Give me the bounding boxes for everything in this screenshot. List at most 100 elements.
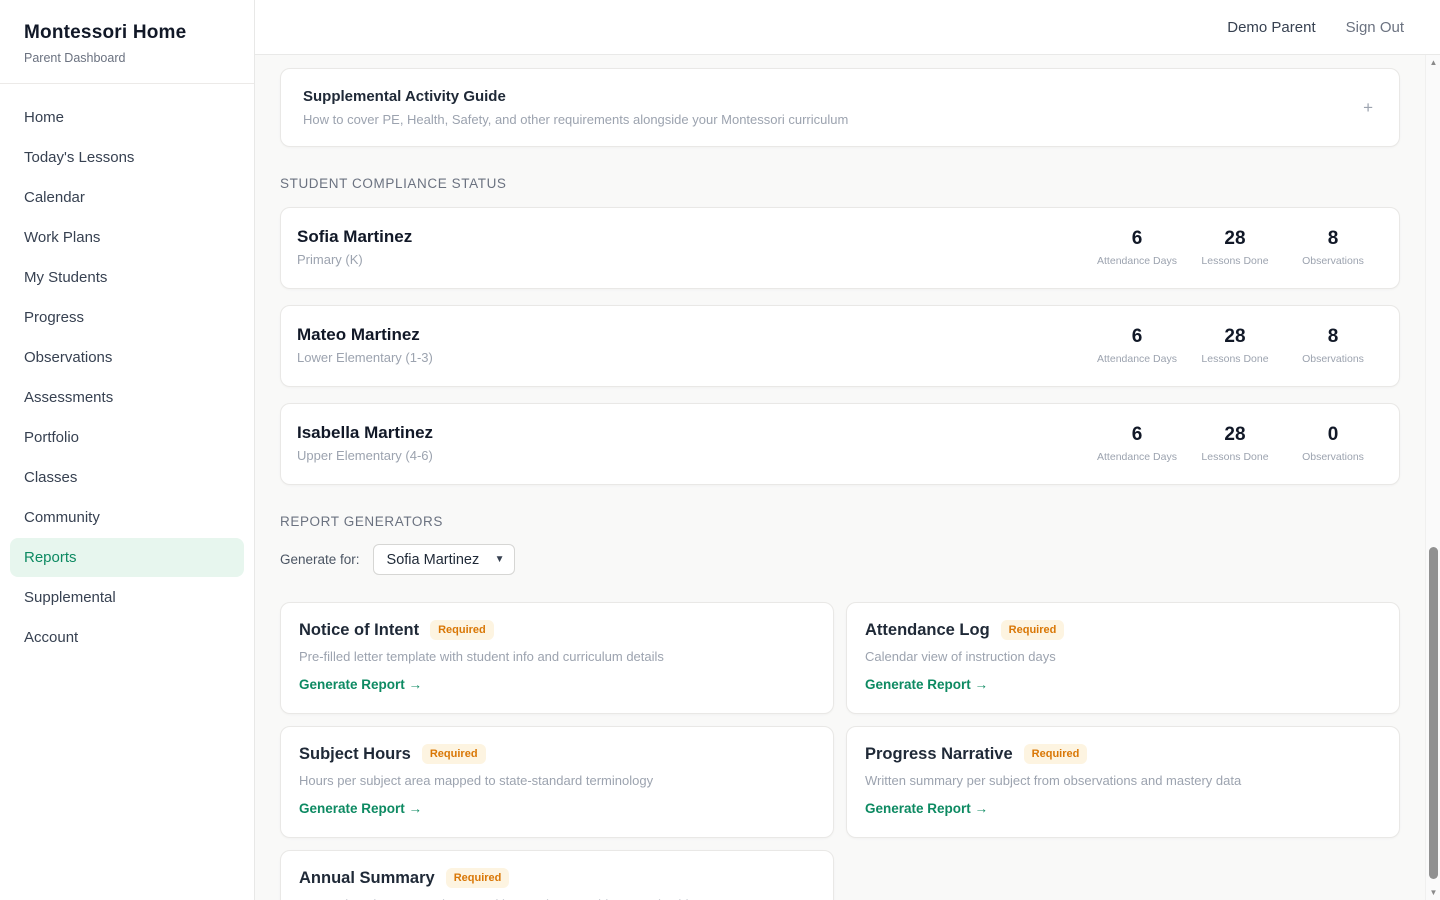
stat-attendance: 6 Attendance Days (1095, 424, 1179, 463)
guide-description: How to cover PE, Health, Safety, and oth… (303, 112, 848, 127)
student-info: Isabella Martinez Upper Elementary (4-6) (297, 423, 433, 463)
scroll-down-icon[interactable]: ▼ (1426, 888, 1440, 897)
report-card-attendance-log: Attendance Log Required Calendar view of… (846, 602, 1400, 714)
student-stats: 6 Attendance Days 28 Lessons Done 0 Obse… (1081, 424, 1375, 463)
generate-report-link[interactable]: Generate Report → (865, 801, 988, 816)
required-badge: Required (422, 744, 486, 764)
report-card-subject-hours: Subject Hours Required Hours per subject… (280, 726, 834, 838)
report-head: Progress Narrative Required (865, 744, 1379, 764)
sidebar-item-work-plans[interactable]: Work Plans (10, 218, 244, 257)
stat-observations: 0 Observations (1291, 424, 1375, 463)
sidebar: Montessori Home Parent Dashboard Home To… (0, 0, 255, 900)
grid-empty-cell (846, 850, 1400, 900)
report-head: Annual Summary Required (299, 868, 813, 888)
stat-lessons-value: 28 (1193, 326, 1277, 348)
required-badge: Required (430, 620, 494, 640)
reports-section-title: REPORT GENERATORS (280, 514, 1400, 529)
stat-attendance: 6 Attendance Days (1095, 228, 1179, 267)
sidebar-item-calendar[interactable]: Calendar (10, 178, 244, 217)
scrollbar-thumb[interactable] (1429, 547, 1438, 879)
report-grid: Notice of Intent Required Pre-filled let… (280, 602, 1400, 900)
student-stats: 6 Attendance Days 28 Lessons Done 8 Obse… (1081, 326, 1375, 365)
stat-attendance-value: 6 (1095, 424, 1179, 446)
student-level: Upper Elementary (4-6) (297, 448, 433, 463)
required-badge: Required (446, 868, 510, 888)
stat-observations: 8 Observations (1291, 228, 1375, 267)
vertical-scrollbar[interactable]: ▲ ▼ (1425, 55, 1440, 900)
sidebar-item-assessments[interactable]: Assessments (10, 378, 244, 417)
report-title: Notice of Intent (299, 621, 419, 640)
report-title: Progress Narrative (865, 745, 1013, 764)
app-title: Montessori Home (24, 22, 230, 44)
sidebar-item-classes[interactable]: Classes (10, 458, 244, 497)
student-card-mateo: Mateo Martinez Lower Elementary (1-3) 6 … (280, 305, 1400, 387)
student-name: Sofia Martinez (297, 227, 412, 247)
required-badge: Required (1001, 620, 1065, 640)
stat-attendance-value: 6 (1095, 326, 1179, 348)
stat-observations-label: Observations (1291, 353, 1375, 365)
stat-lessons: 28 Lessons Done (1193, 424, 1277, 463)
sidebar-item-reports[interactable]: Reports (10, 538, 244, 577)
report-title: Annual Summary (299, 869, 435, 888)
report-description: Pre-filled letter template with student … (299, 649, 813, 664)
supplemental-activity-guide-card[interactable]: Supplemental Activity Guide How to cover… (280, 68, 1400, 147)
stat-lessons-label: Lessons Done (1193, 353, 1277, 365)
app-subtitle: Parent Dashboard (24, 51, 230, 65)
scroll-up-icon[interactable]: ▲ (1426, 58, 1440, 67)
sidebar-header: Montessori Home Parent Dashboard (0, 0, 254, 84)
report-card-annual-summary: Annual Summary Required Comprehensive ye… (280, 850, 834, 900)
student-card-isabella: Isabella Martinez Upper Elementary (4-6)… (280, 403, 1400, 485)
sidebar-item-portfolio[interactable]: Portfolio (10, 418, 244, 457)
generate-report-link[interactable]: Generate Report → (865, 677, 988, 692)
stat-observations: 8 Observations (1291, 326, 1375, 365)
report-head: Notice of Intent Required (299, 620, 813, 640)
sidebar-item-progress[interactable]: Progress (10, 298, 244, 337)
guide-title: Supplemental Activity Guide (303, 88, 848, 105)
guide-text: Supplemental Activity Guide How to cover… (303, 88, 848, 127)
student-info: Sofia Martinez Primary (K) (297, 227, 412, 267)
stat-observations-label: Observations (1291, 255, 1375, 267)
compliance-section-title: STUDENT COMPLIANCE STATUS (280, 176, 1400, 191)
generate-report-link[interactable]: Generate Report → (299, 677, 422, 692)
student-select[interactable]: Sofia Martinez (373, 544, 515, 575)
report-card-progress-narrative: Progress Narrative Required Written summ… (846, 726, 1400, 838)
expand-plus-icon[interactable]: + (1359, 98, 1377, 118)
stat-attendance-label: Attendance Days (1095, 353, 1179, 365)
student-name: Mateo Martinez (297, 325, 433, 345)
sidebar-item-account[interactable]: Account (10, 618, 244, 657)
sidebar-item-community[interactable]: Community (10, 498, 244, 537)
generate-report-link[interactable]: Generate Report → (299, 801, 422, 816)
student-stats: 6 Attendance Days 28 Lessons Done 8 Obse… (1081, 228, 1375, 267)
stat-lessons-label: Lessons Done (1193, 451, 1277, 463)
generate-for-row: Generate for: Sofia Martinez ▼ (280, 544, 1400, 575)
generate-for-label: Generate for: (280, 552, 360, 567)
student-card-sofia: Sofia Martinez Primary (K) 6 Attendance … (280, 207, 1400, 289)
sidebar-item-todays-lessons[interactable]: Today's Lessons (10, 138, 244, 177)
stat-lessons: 28 Lessons Done (1193, 326, 1277, 365)
stat-observations-label: Observations (1291, 451, 1375, 463)
report-head: Subject Hours Required (299, 744, 813, 764)
report-description: Written summary per subject from observa… (865, 773, 1379, 788)
sidebar-item-home[interactable]: Home (10, 98, 244, 137)
stat-observations-value: 8 (1291, 228, 1375, 250)
stat-lessons: 28 Lessons Done (1193, 228, 1277, 267)
sidebar-item-supplemental[interactable]: Supplemental (10, 578, 244, 617)
stat-attendance: 6 Attendance Days (1095, 326, 1179, 365)
user-name: Demo Parent (1227, 19, 1315, 36)
sidebar-nav: Home Today's Lessons Calendar Work Plans… (0, 84, 254, 657)
stat-attendance-label: Attendance Days (1095, 255, 1179, 267)
main-content: Supplemental Activity Guide How to cover… (255, 55, 1440, 900)
sidebar-item-my-students[interactable]: My Students (10, 258, 244, 297)
stat-attendance-label: Attendance Days (1095, 451, 1179, 463)
required-badge: Required (1024, 744, 1088, 764)
stat-lessons-value: 28 (1193, 228, 1277, 250)
stat-lessons-value: 28 (1193, 424, 1277, 446)
student-level: Lower Elementary (1-3) (297, 350, 433, 365)
sidebar-item-observations[interactable]: Observations (10, 338, 244, 377)
student-name: Isabella Martinez (297, 423, 433, 443)
stat-attendance-value: 6 (1095, 228, 1179, 250)
student-level: Primary (K) (297, 252, 412, 267)
student-select-wrap: Sofia Martinez ▼ (373, 544, 515, 575)
student-info: Mateo Martinez Lower Elementary (1-3) (297, 325, 433, 365)
sign-out-button[interactable]: Sign Out (1346, 19, 1404, 36)
